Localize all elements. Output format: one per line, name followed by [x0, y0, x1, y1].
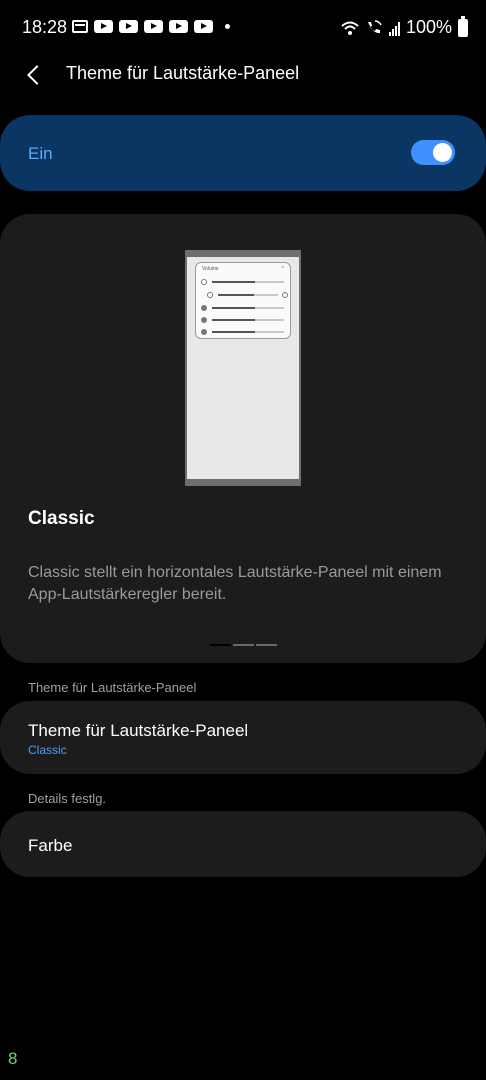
corner-digit: 8: [8, 1049, 18, 1068]
theme-setting-title: Theme für Lautstärke-Paneel: [28, 721, 249, 740]
color-setting-item[interactable]: Farbe: [0, 811, 486, 877]
page-indicator-dot: [256, 644, 277, 646]
page-indicator-dot: [210, 644, 231, 646]
page-indicator[interactable]: [210, 644, 277, 646]
notification-icon: [201, 317, 207, 323]
section-header-details: Details festlg.: [28, 791, 107, 806]
page-title: Theme für Lautstärke-Paneel: [66, 63, 300, 83]
theme-preview-card[interactable]: Volume ^ Classic Classic stellt ein hori…: [0, 214, 486, 663]
battery-icon: [458, 15, 468, 37]
battery-percentage: 100%: [405, 17, 452, 37]
phone-preview-image: Volume ^: [185, 250, 301, 486]
wifi-icon: [341, 21, 359, 35]
app-icon: [207, 292, 213, 298]
notification-icons: [72, 20, 230, 33]
theme-setting-item[interactable]: Theme für Lautstärke-Paneel Classic: [0, 701, 486, 774]
sound-icon: [201, 279, 207, 285]
back-button[interactable]: [18, 56, 54, 92]
theme-name: Classic: [28, 508, 95, 529]
more-notifications-dot-icon: [225, 24, 230, 29]
clock: 18:28: [22, 17, 68, 37]
master-switch-label: Ein: [28, 144, 53, 163]
youtube-icon: [94, 20, 113, 33]
phone-preview-screen: Volume ^: [187, 257, 299, 479]
signal-strength-icon: [388, 20, 400, 36]
youtube-icon: [144, 20, 163, 33]
wifi-calling-icon: [367, 19, 382, 33]
system-icon: [201, 329, 207, 335]
youtube-icon: [194, 20, 213, 33]
settings-icon: [282, 292, 288, 298]
status-bar: 18:28 100%: [0, 0, 486, 56]
youtube-icon: [169, 20, 188, 33]
ringtone-icon: [201, 305, 207, 311]
app-bar: Theme für Lautstärke-Paneel: [0, 56, 486, 92]
system-icons: 100%: [341, 15, 468, 38]
theme-setting-value: Classic: [28, 743, 67, 757]
page-indicator-dot: [233, 644, 254, 646]
volume-panel-preview-title: Volume: [202, 266, 219, 272]
calendar-icon: [72, 20, 88, 33]
chevron-up-icon: ^: [281, 266, 284, 272]
volume-panel-preview: Volume ^: [195, 262, 291, 339]
master-switch-toggle[interactable]: [411, 140, 455, 165]
back-arrow-icon: [27, 65, 47, 85]
theme-description: Classic stellt ein horizontales Lautstär…: [28, 564, 442, 603]
section-header-theme: Theme für Lautstärke-Paneel: [28, 680, 197, 695]
color-setting-title: Farbe: [28, 836, 73, 855]
switch-knob: [433, 143, 452, 162]
youtube-icon: [119, 20, 138, 33]
